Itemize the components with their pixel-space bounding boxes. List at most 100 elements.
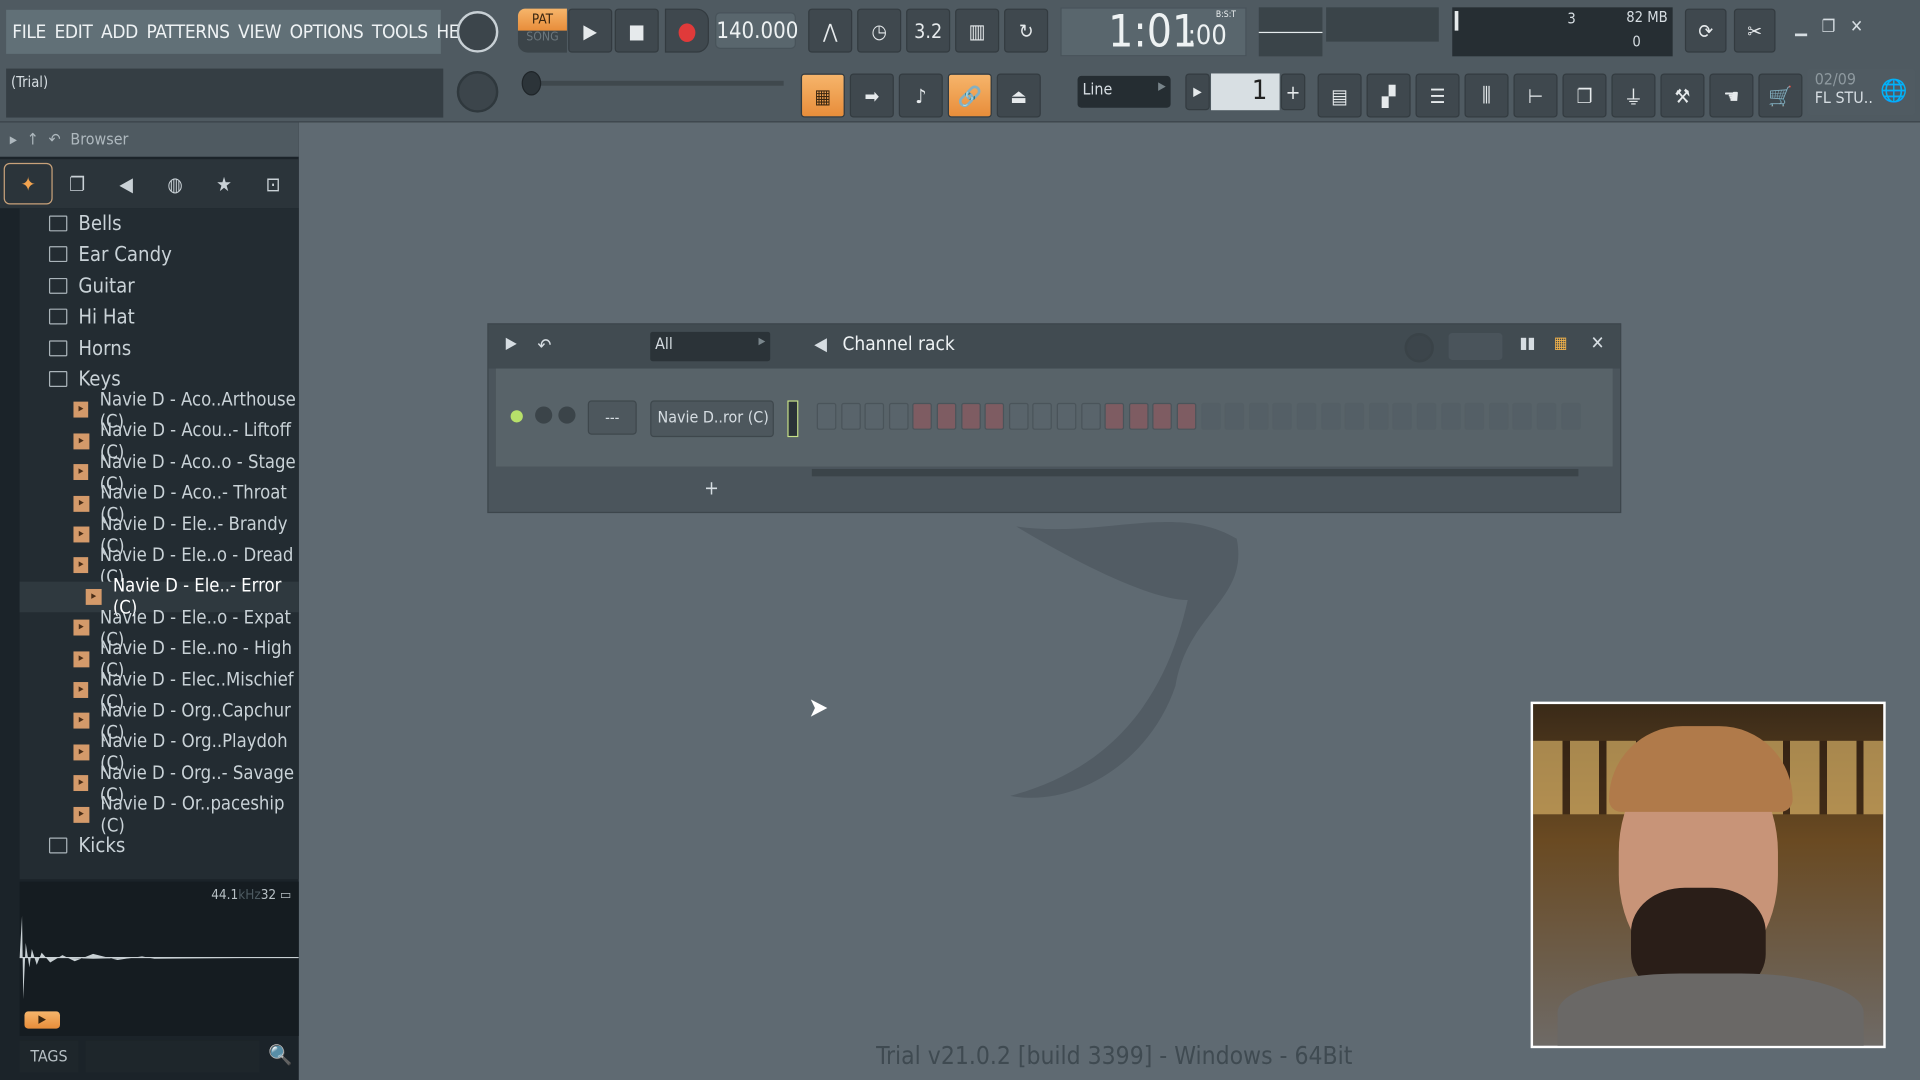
project-button[interactable]: ❐: [1562, 73, 1607, 118]
step-button[interactable]: [1032, 402, 1053, 430]
master-volume-knob[interactable]: [456, 11, 499, 53]
multilink-button[interactable]: 🔗: [947, 73, 992, 118]
undo-history-button[interactable]: ⟳: [1684, 8, 1727, 53]
step-button[interactable]: [1248, 402, 1269, 430]
add-channel-button[interactable]: +: [704, 476, 719, 499]
minimize-icon[interactable]: ▁: [1795, 17, 1807, 37]
step-button[interactable]: [1080, 402, 1101, 430]
record-button[interactable]: ●: [664, 8, 709, 53]
news-panel[interactable]: 02/09 FL STU.. 🌐: [1807, 68, 1916, 116]
online-tab[interactable]: ◍: [151, 163, 200, 205]
steps-per-bar[interactable]: [1448, 333, 1503, 361]
step-button[interactable]: [1560, 402, 1581, 430]
plugin-database-button[interactable]: ⏚: [1611, 73, 1656, 118]
expand-icon[interactable]: ▸: [10, 130, 17, 148]
master-pitch-knob[interactable]: [456, 71, 499, 113]
mixer-button[interactable]: ⫼: [1464, 73, 1509, 118]
channel-rack-button[interactable]: ☰: [1415, 73, 1460, 118]
back-icon[interactable]: ↶: [49, 130, 61, 148]
step-button[interactable]: [840, 402, 861, 430]
pat-mode[interactable]: PAT: [517, 8, 567, 31]
menu-view[interactable]: VIEW: [238, 21, 281, 43]
cut-tool-button[interactable]: ✂: [1733, 8, 1776, 53]
step-edit-button[interactable]: ▥: [955, 8, 1000, 53]
sample-preview[interactable]: 44.1kHz32 ▭ ▶: [19, 881, 299, 1036]
master-pitch-slider[interactable]: [521, 71, 784, 96]
step-button[interactable]: [1128, 402, 1149, 430]
menu-file[interactable]: FILE: [12, 21, 46, 43]
browser-sample[interactable]: ▸ Navie D - Or..paceship (C): [20, 792, 299, 836]
preview-play-button[interactable]: ▶: [24, 1011, 61, 1029]
mixer-track-selector[interactable]: ---: [587, 400, 637, 435]
up-arrow-icon[interactable]: ↑: [27, 130, 39, 148]
browser-folder[interactable]: Ear Candy: [20, 239, 299, 270]
browser-folder[interactable]: Hi Hat: [20, 301, 299, 332]
graph-editor-icon[interactable]: ▮▮: [1520, 334, 1536, 352]
menu-patterns[interactable]: PATTERNS: [146, 21, 229, 43]
step-button[interactable]: [1272, 402, 1293, 430]
channel-pan-knob[interactable]: [535, 406, 553, 424]
step-button[interactable]: [1056, 402, 1077, 430]
step-button[interactable]: [960, 402, 981, 430]
song-mode[interactable]: SONG: [518, 31, 567, 44]
step-button[interactable]: [1392, 402, 1413, 430]
step-button[interactable]: [1512, 402, 1533, 430]
step-button[interactable]: [1200, 402, 1221, 430]
channel-rack-header[interactable]: ▶ ↶ All ▶ ◀ Channel rack ▮▮ ▦ ✕: [488, 324, 1621, 369]
step-button[interactable]: [912, 402, 933, 430]
step-button[interactable]: [816, 402, 837, 430]
playlist-button[interactable]: ▤: [1317, 73, 1362, 118]
countdown-button[interactable]: 3.2: [906, 8, 951, 53]
step-button[interactable]: [1536, 402, 1557, 430]
tempo-display[interactable]: 140.000: [715, 12, 798, 49]
step-button[interactable]: [864, 402, 885, 430]
channel-select-indicator[interactable]: [787, 400, 799, 438]
menu-edit[interactable]: EDIT: [55, 21, 93, 43]
favorites-tab[interactable]: ★: [200, 163, 249, 205]
pedal-button[interactable]: ⚒: [1660, 73, 1705, 118]
step-button[interactable]: [1416, 402, 1437, 430]
browser-button[interactable]: ⊢: [1513, 73, 1558, 118]
menu-tools[interactable]: TOOLS: [372, 21, 428, 43]
song-position-display[interactable]: 1:01 :00 B:S:T: [1060, 7, 1247, 57]
step-sequencer-icon[interactable]: ▦: [1554, 334, 1568, 352]
touch-button[interactable]: ☚: [1709, 73, 1754, 118]
channel-filter-dropdown[interactable]: All ▶: [650, 331, 771, 362]
step-button[interactable]: [984, 402, 1005, 430]
loop-record-button[interactable]: ↻: [1004, 8, 1049, 53]
menu-add[interactable]: ADD: [101, 21, 138, 43]
restore-icon[interactable]: ❐: [1822, 17, 1836, 37]
metronome-button[interactable]: ⋀: [808, 8, 853, 53]
browser-folder[interactable]: Guitar: [20, 270, 299, 301]
step-to-pattern-button[interactable]: ➡: [849, 73, 894, 118]
undo-icon[interactable]: ↶: [538, 334, 552, 356]
add-pattern-button[interactable]: +: [1280, 73, 1306, 111]
menu-options[interactable]: OPTIONS: [290, 21, 364, 43]
step-button[interactable]: [1344, 402, 1365, 430]
browser-folder[interactable]: Horns: [20, 333, 299, 364]
project-tab[interactable]: ❐: [53, 163, 102, 205]
all-tab[interactable]: ✦: [3, 162, 53, 205]
close-icon[interactable]: ✕: [1591, 332, 1605, 354]
browser-tree[interactable]: Bells Ear Candy Guitar Hi Hat Horns Keys ▸ Navi…: [19, 208, 299, 880]
step-button[interactable]: [1152, 402, 1173, 430]
browser-folder[interactable]: Kicks: [20, 830, 299, 861]
step-button[interactable]: [1464, 402, 1485, 430]
search-icon[interactable]: 🔍: [268, 1043, 292, 1066]
cpu-memory-monitor[interactable]: 3 82 MB 0: [1452, 7, 1673, 57]
blend-notes-button[interactable]: ♪: [898, 73, 943, 118]
close-icon[interactable]: ✕: [1850, 17, 1863, 37]
pattern-selector[interactable]: 1: [1211, 73, 1280, 111]
pat-song-toggle[interactable]: PAT SONG: [517, 8, 567, 53]
options-arrow-icon[interactable]: ▶: [506, 334, 517, 352]
browser-folder[interactable]: Bells: [20, 208, 299, 239]
step-button[interactable]: [1440, 402, 1461, 430]
step-button[interactable]: [1368, 402, 1389, 430]
stop-button[interactable]: ■: [614, 8, 659, 53]
shop-button[interactable]: 🛒: [1758, 73, 1803, 118]
play-button[interactable]: ▶: [568, 8, 613, 53]
horizontal-scrollbar[interactable]: [811, 468, 1579, 477]
step-button[interactable]: [1104, 402, 1125, 430]
step-button[interactable]: [1176, 402, 1197, 430]
channel-volume-knob[interactable]: [558, 406, 576, 424]
